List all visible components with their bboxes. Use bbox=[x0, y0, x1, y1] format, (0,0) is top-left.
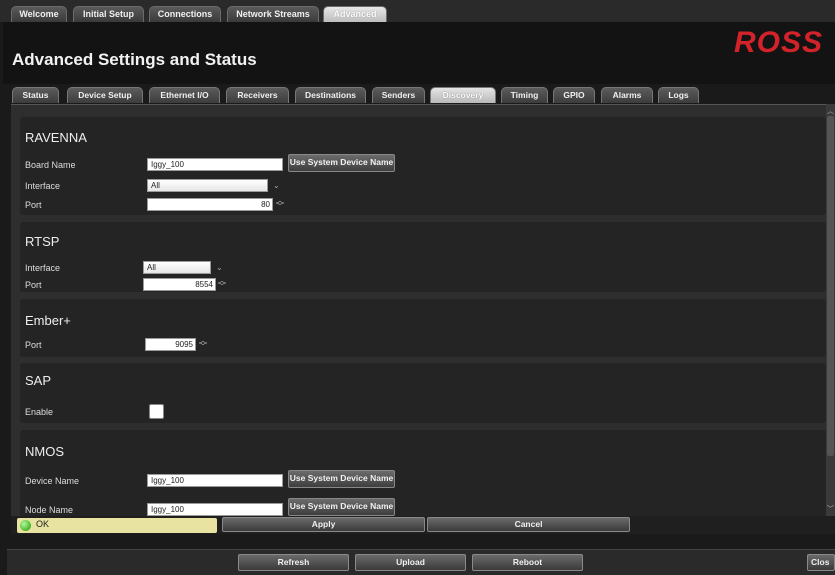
tab-timing[interactable]: Timing bbox=[501, 87, 548, 103]
top-tab-bar: Welcome Initial Setup Connections Networ… bbox=[0, 0, 835, 22]
cancel-button[interactable]: Cancel bbox=[427, 517, 630, 532]
use-system-device-name-button[interactable]: Use System Device Name bbox=[288, 498, 395, 516]
spinner-arrows-icon[interactable]: ︿ ﹀ bbox=[276, 197, 284, 211]
port-label: Port bbox=[25, 280, 42, 290]
tab-device-setup[interactable]: Device Setup bbox=[67, 87, 143, 103]
tab-discovery[interactable]: Discovery bbox=[430, 87, 496, 103]
vertical-scrollbar[interactable]: ︿ ﹀ bbox=[826, 104, 835, 516]
board-name-input[interactable]: Iggy_100 bbox=[147, 158, 283, 171]
apply-button[interactable]: Apply bbox=[222, 517, 425, 532]
discovery-panel: RAVENNA Board Name Iggy_100 Use System D… bbox=[11, 104, 835, 517]
scrollbar-thumb[interactable] bbox=[827, 116, 834, 456]
node-name-label: Node Name bbox=[25, 505, 74, 515]
chevron-down-icon[interactable]: ⌄ bbox=[216, 263, 223, 272]
green-led-icon bbox=[20, 520, 31, 531]
spinner-arrows-icon[interactable]: ︿ ﹀ bbox=[218, 277, 226, 291]
device-name-label: Device Name bbox=[25, 476, 80, 486]
status-text: OK bbox=[36, 519, 50, 529]
tab-logs[interactable]: Logs bbox=[658, 87, 699, 103]
device-name-input[interactable]: Iggy_100 bbox=[147, 474, 283, 487]
tab-destinations[interactable]: Destinations bbox=[295, 87, 366, 103]
board-name-label: Board Name bbox=[25, 160, 76, 170]
tab-senders[interactable]: Senders bbox=[372, 87, 425, 103]
spinner-arrows-icon[interactable]: ︿ ﹀ bbox=[199, 337, 207, 351]
refresh-button[interactable]: Refresh bbox=[238, 554, 349, 571]
sap-section: SAP Enable bbox=[20, 363, 826, 423]
port-input[interactable]: 80 bbox=[147, 198, 273, 211]
nmos-section: NMOS Device Name Iggy_100 Use System Dev… bbox=[20, 430, 826, 517]
tab-network-streams[interactable]: Network Streams bbox=[227, 6, 319, 22]
ravenna-section: RAVENNA Board Name Iggy_100 Use System D… bbox=[20, 117, 826, 215]
tab-advanced[interactable]: Advanced bbox=[323, 6, 387, 22]
ember-title: Ember+ bbox=[25, 313, 71, 328]
tab-ethernet-io[interactable]: Ethernet I/O bbox=[149, 87, 220, 103]
sap-title: SAP bbox=[25, 373, 52, 388]
use-system-device-name-button[interactable]: Use System Device Name bbox=[288, 470, 395, 488]
node-name-input[interactable]: Iggy_100 bbox=[147, 503, 283, 516]
sub-tab-bar: Status Device Setup Ethernet I/O Receive… bbox=[3, 87, 832, 103]
sap-enable-checkbox[interactable] bbox=[149, 404, 164, 419]
close-button[interactable]: Clos bbox=[807, 554, 835, 571]
tab-connections[interactable]: Connections bbox=[149, 6, 221, 22]
tab-initial-setup[interactable]: Initial Setup bbox=[73, 6, 144, 22]
tab-welcome[interactable]: Welcome bbox=[11, 6, 67, 22]
use-system-device-name-button[interactable]: Use System Device Name bbox=[288, 154, 395, 172]
nmos-title: NMOS bbox=[25, 444, 64, 459]
ravenna-title: RAVENNA bbox=[25, 130, 87, 145]
scroll-up-icon[interactable]: ︿ bbox=[827, 106, 834, 116]
tab-receivers[interactable]: Receivers bbox=[226, 87, 289, 103]
ember-section: Ember+ Port 9095 ︿ ﹀ bbox=[20, 299, 826, 357]
rtsp-title: RTSP bbox=[25, 234, 60, 249]
enable-label: Enable bbox=[25, 407, 54, 417]
interface-label: Interface bbox=[25, 181, 61, 191]
tab-status[interactable]: Status bbox=[12, 87, 59, 103]
port-label: Port bbox=[25, 340, 42, 350]
port-input[interactable]: 8554 bbox=[143, 278, 216, 291]
port-input[interactable]: 9095 bbox=[145, 338, 196, 351]
interface-select[interactable]: All bbox=[147, 179, 268, 192]
tab-alarms[interactable]: Alarms bbox=[601, 87, 653, 103]
interface-select[interactable]: All bbox=[143, 261, 211, 274]
rtsp-section: RTSP Interface All ⌄ Port 8554 ︿ ﹀ bbox=[20, 222, 826, 292]
interface-label: Interface bbox=[25, 263, 61, 273]
tab-gpio[interactable]: GPIO bbox=[553, 87, 595, 103]
chevron-down-icon[interactable]: ⌄ bbox=[273, 181, 280, 190]
status-bar: OK Apply Cancel bbox=[11, 516, 835, 534]
page-title: Advanced Settings and Status bbox=[12, 50, 257, 69]
upload-button[interactable]: Upload bbox=[355, 554, 466, 571]
port-label: Port bbox=[25, 200, 42, 210]
reboot-button[interactable]: Reboot bbox=[472, 554, 583, 571]
scroll-down-icon[interactable]: ﹀ bbox=[827, 504, 834, 514]
ross-logo: ROSS bbox=[734, 26, 824, 59]
bottom-toolbar: Refresh Upload Reboot Clos bbox=[7, 549, 835, 575]
